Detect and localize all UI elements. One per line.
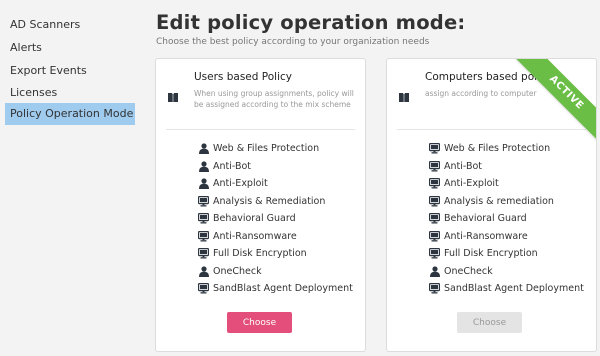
feature-label: Behavioral Guard [213,213,296,225]
feature-label: SandBlast Agent Deployment [213,283,353,295]
book-icon [399,88,409,107]
feature-label: Anti-Ransomware [213,230,297,242]
feature-label: Full Disk Encryption [444,248,538,260]
feature-item: SandBlast Agent Deployment [429,280,584,298]
feature-item: Full Disk Encryption [429,245,584,263]
feature-label: Full Disk Encryption [213,248,307,260]
feature-label: SandBlast Agent Deployment [444,283,584,295]
computer-icon [198,230,209,242]
page-title: Edit policy operation mode: [156,11,466,34]
feature-item: Full Disk Encryption [198,245,353,263]
choose-computers-policy-button[interactable]: Choose [457,312,522,333]
feature-label: Anti-Exploit [213,178,268,190]
feature-item: OneCheck [429,263,584,281]
feature-item: Anti-Ransomware [198,228,353,246]
sidebar-item-export-events[interactable]: Export Events [5,60,135,82]
computer-icon [429,195,440,207]
card-title: Users based Policy [194,71,292,83]
computer-icon [198,195,209,207]
feature-item: Web & Files Protection [198,140,353,158]
computer-icon [429,230,440,242]
feature-label: Analysis & remediation [444,195,554,207]
feature-item: Behavioral Guard [198,210,353,228]
feature-item: Analysis & Remediation [198,193,353,211]
feature-label: Behavioral Guard [444,213,527,225]
sidebar: AD Scanners Alerts Export Events License… [0,0,140,356]
page-header: Edit policy operation mode: Choose the b… [156,10,465,47]
choose-users-policy-button[interactable]: Choose [227,312,292,333]
card-header: Users based Policy When using group assi… [156,59,365,129]
card-divider [166,129,355,130]
book-icon [168,88,178,107]
feature-label: Web & Files Protection [213,143,320,155]
feature-item: Anti-Exploit [198,175,353,193]
sidebar-item-policy-operation-mode[interactable]: Policy Operation Mode [5,103,135,125]
user-icon [198,161,209,172]
computer-icon [429,213,440,224]
user-icon [429,266,440,277]
feature-item: Anti-Bot [198,158,353,176]
feature-item: Anti-Ransomware [429,228,584,246]
sidebar-item-ad-scanners[interactable]: AD Scanners [5,14,135,36]
computer-icon [429,160,440,172]
computer-icon [429,283,440,294]
feature-item: Anti-Bot [429,158,584,176]
user-icon [198,266,209,277]
feature-list: Web & Files Protection Anti-Bot Anti-Explo… [198,140,353,298]
feature-label: Analysis & Remediation [213,195,326,207]
feature-label: OneCheck [213,265,262,277]
feature-label: Anti-Bot [213,160,252,172]
computer-icon [429,143,440,154]
computer-icon [429,248,440,259]
page-subtitle: Choose the best policy according to your… [156,37,430,47]
feature-item: OneCheck [198,263,353,281]
card-description: When using group assignments, policy wil… [194,89,354,109]
computer-icon [198,248,209,259]
feature-item: SandBlast Agent Deployment [198,280,353,298]
feature-item: Anti-Exploit [429,175,584,193]
computer-icon [429,178,440,189]
feature-label: Anti-Exploit [444,178,499,190]
user-icon [198,143,209,155]
computer-icon [198,283,209,294]
feature-label: Anti-Ransomware [444,230,528,242]
computer-icon [198,213,209,224]
feature-list: Web & Files Protection Anti-Bot Anti-Explo… [429,140,584,298]
sidebar-item-licenses[interactable]: Licenses [5,82,135,104]
feature-label: Anti-Bot [444,160,483,172]
user-icon [198,178,209,190]
feature-label: OneCheck [444,265,493,277]
sidebar-item-alerts[interactable]: Alerts [5,37,135,59]
computers-policy-card: Computers based policy assign according … [386,58,597,352]
feature-item: Web & Files Protection [429,140,584,158]
feature-item: Behavioral Guard [429,210,584,228]
card-divider [397,129,586,130]
users-policy-card: Users based Policy When using group assi… [155,58,366,352]
feature-label: Web & Files Protection [444,143,551,155]
feature-item: Analysis & remediation [429,193,584,211]
